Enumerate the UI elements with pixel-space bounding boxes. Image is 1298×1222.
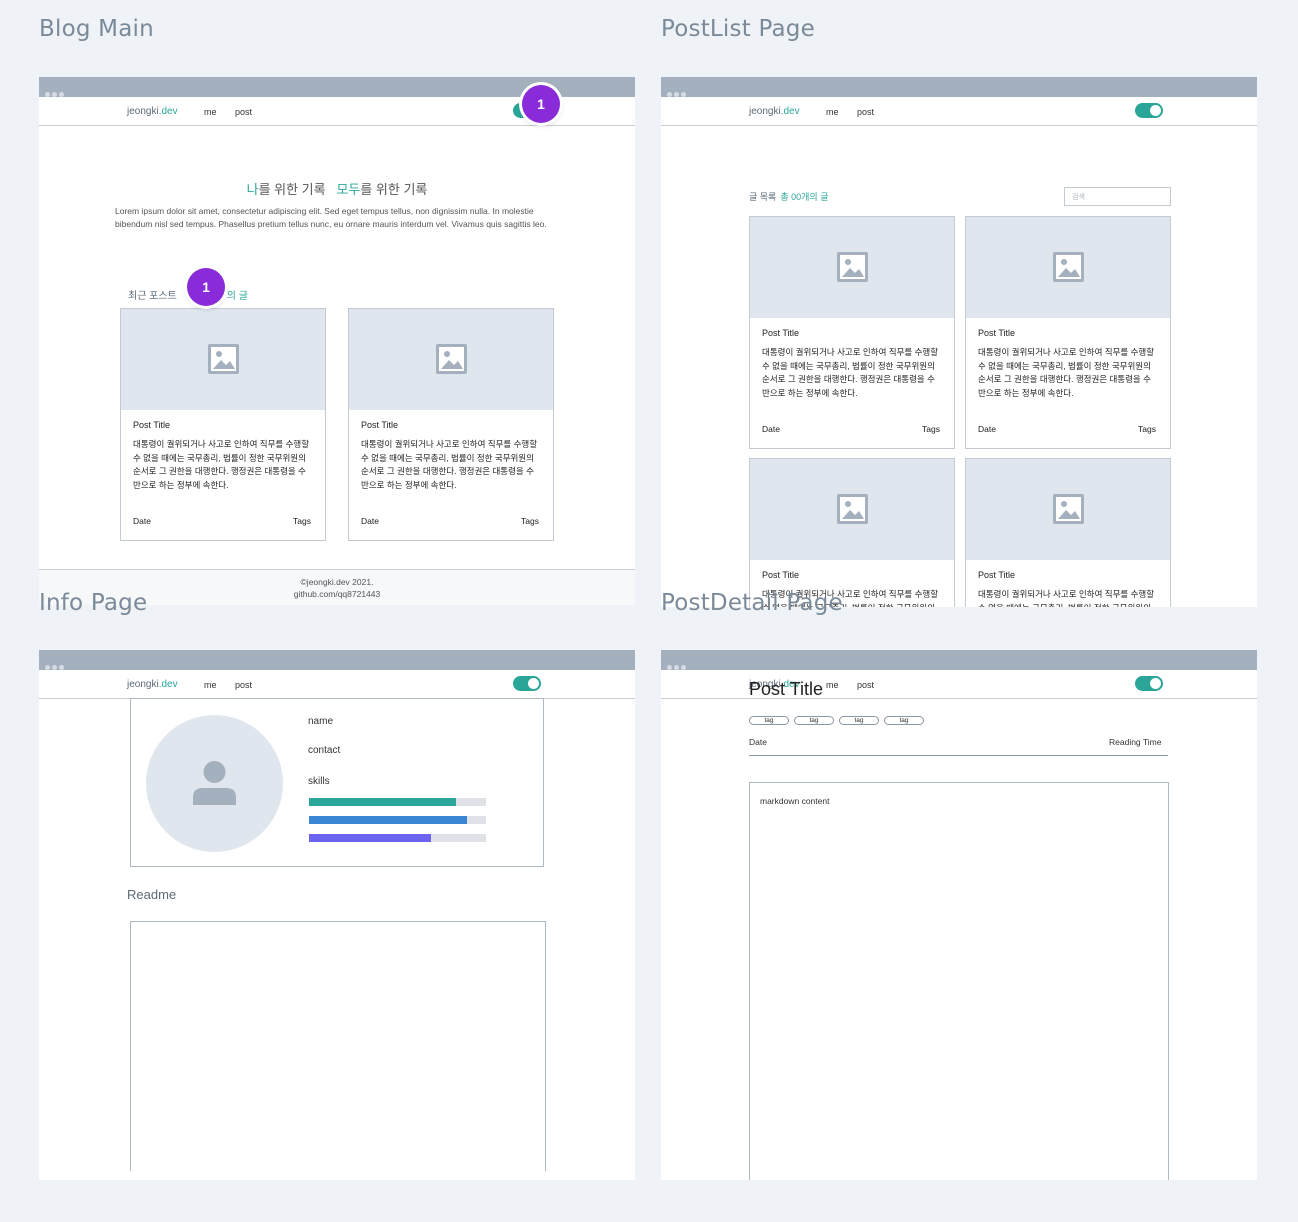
markdown-content: markdown content — [749, 782, 1169, 1180]
post-tag[interactable]: tag — [884, 716, 924, 725]
post-reading-time: Reading Time — [1109, 737, 1162, 747]
theme-toggle[interactable] — [1135, 676, 1163, 691]
post-tag[interactable]: tag — [749, 716, 789, 725]
post-card[interactable]: Post Title 대통령이 궐위되거나 사고로 인하여 직무를 수행할 수 … — [120, 308, 326, 541]
post-list-heading: 글 목록 총 00개의 글 — [749, 192, 829, 202]
post-list-window: jeongki.dev me post 글 목록 총 00개의 글 검색 Post… — [661, 77, 1257, 607]
post-detail-date: Date — [749, 737, 767, 747]
post-date: Date — [762, 424, 780, 434]
annotation-badge: 1 — [522, 85, 560, 123]
post-tag[interactable]: tag — [794, 716, 834, 725]
post-thumbnail — [966, 459, 1170, 560]
post-title: Post Title — [133, 420, 171, 430]
post-excerpt: 대통령이 궐위되거나 사고로 인하여 직무를 수행할 수 없을 때에는 국무총리… — [978, 589, 1155, 607]
nav-bar: jeongki.dev me post — [39, 670, 635, 699]
post-tags: Tags — [922, 424, 940, 434]
brand-logo[interactable]: jeongki.dev — [127, 106, 178, 117]
nav-link-post[interactable]: post — [857, 107, 874, 117]
profile-skills: skills — [308, 776, 330, 787]
post-excerpt: 대통령이 궐위되거나 사고로 인하여 직무를 수행할 수 없을 때에는 국무총리… — [762, 347, 939, 398]
frame-title-post-detail: PostDetail Page — [661, 590, 843, 616]
post-card[interactable]: Post Title 대통령이 궐위되거나 사고로 인하여 직무를 수행할 수 … — [348, 308, 554, 541]
post-excerpt: 대통령이 궐위되거나 사고로 인하여 직무를 수행할 수 없을 때에는 국무총리… — [978, 347, 1155, 398]
nav-link-me[interactable]: me — [826, 680, 839, 690]
post-tags: Tags — [293, 516, 311, 526]
blog-main-window: jeongki.dev me post 나를 위한 기록 모두를 위한 기록 L… — [39, 77, 635, 605]
post-card[interactable]: Post Title 대통령이 궐위되거나 사고로 인하여 직무를 수행할 수 … — [749, 216, 955, 449]
post-card[interactable]: Post Title 대통령이 궐위되거나 사고로 인하여 직무를 수행할 수 … — [965, 458, 1171, 607]
skill-bar — [309, 816, 486, 824]
profile-name: name — [308, 716, 334, 727]
post-excerpt: 대통령이 궐위되거나 사고로 인하여 직무를 수행할 수 없을 때에는 국무총리… — [361, 439, 538, 490]
hero-description: Lorem ipsum dolor sit amet, consectetur … — [115, 206, 547, 229]
post-thumbnail — [750, 459, 954, 560]
post-title: Post Title — [361, 420, 399, 430]
readme-heading: Readme — [127, 887, 177, 902]
skill-bar-fill — [309, 834, 432, 842]
post-detail-window: jeongki.dev me post Post Title tag tag tag… — [661, 650, 1257, 1180]
footer-copyright: ©jeongki.dev 2021. — [300, 577, 374, 587]
post-date: Date — [133, 516, 151, 526]
frame-title-info: Info Page — [39, 590, 148, 616]
post-title: Post Title — [762, 328, 800, 338]
profile-card: name contact skills — [130, 698, 544, 867]
post-title: Post Title — [762, 570, 800, 580]
post-tag-list: tag tag tag tag — [749, 709, 929, 727]
post-card[interactable]: Post Title 대통령이 궐위되거나 사고로 인하여 직무를 수행할 수 … — [749, 458, 955, 607]
profile-contact: contact — [308, 745, 341, 756]
annotation-badge: 1 — [187, 268, 225, 306]
nav-link-post[interactable]: post — [235, 680, 252, 690]
brand-logo[interactable]: jeongki.dev — [749, 106, 800, 117]
nav-bar: jeongki.dev me post — [661, 97, 1257, 126]
skill-bar — [309, 798, 486, 806]
frame-title-blog-main: Blog Main — [39, 16, 154, 42]
post-thumbnail — [750, 217, 954, 318]
theme-toggle[interactable] — [1135, 103, 1163, 118]
post-tag[interactable]: tag — [839, 716, 879, 725]
post-tags: Tags — [1138, 424, 1156, 434]
window-titlebar — [39, 650, 635, 670]
post-excerpt: 대통령이 궐위되거나 사고로 인하여 직무를 수행할 수 없을 때에는 국무총리… — [133, 439, 310, 490]
brand-logo[interactable]: jeongki.dev — [127, 679, 178, 690]
image-placeholder-icon — [1053, 494, 1084, 524]
skill-bar-fill — [309, 816, 467, 824]
post-title: Post Title — [978, 570, 1016, 580]
avatar — [146, 715, 283, 852]
skill-bar-fill — [309, 798, 456, 806]
post-thumbnail — [349, 309, 553, 410]
theme-toggle[interactable] — [513, 676, 541, 691]
post-card[interactable]: Post Title 대통령이 궐위되거나 사고로 인하여 직무를 수행할 수 … — [965, 216, 1171, 449]
post-date: Date — [361, 516, 379, 526]
nav-link-me[interactable]: me — [204, 107, 217, 117]
hero-heading: 나를 위한 기록 모두를 위한 기록 — [246, 182, 428, 197]
user-icon — [193, 761, 236, 805]
post-tags: Tags — [521, 516, 539, 526]
image-placeholder-icon — [837, 494, 868, 524]
nav-link-me[interactable]: me — [826, 107, 839, 117]
frame-title-post-list: PostList Page — [661, 16, 815, 42]
info-window: jeongki.dev me post name contact skills … — [39, 650, 635, 1180]
post-detail-title: Post Title — [749, 679, 824, 699]
nav-link-post[interactable]: post — [235, 107, 252, 117]
image-placeholder-icon — [208, 344, 239, 374]
window-titlebar — [661, 650, 1257, 670]
nav-link-post[interactable]: post — [857, 680, 874, 690]
image-placeholder-icon — [1053, 252, 1084, 282]
window-titlebar — [661, 77, 1257, 97]
readme-content — [130, 921, 546, 1171]
nav-link-me[interactable]: me — [204, 680, 217, 690]
post-date: Date — [978, 424, 996, 434]
post-thumbnail — [966, 217, 1170, 318]
post-title: Post Title — [978, 328, 1016, 338]
image-placeholder-icon — [837, 252, 868, 282]
skill-bar — [309, 834, 486, 842]
search-input[interactable]: 검색 — [1064, 187, 1171, 206]
post-thumbnail — [121, 309, 325, 410]
divider — [749, 755, 1168, 756]
image-placeholder-icon — [436, 344, 467, 374]
